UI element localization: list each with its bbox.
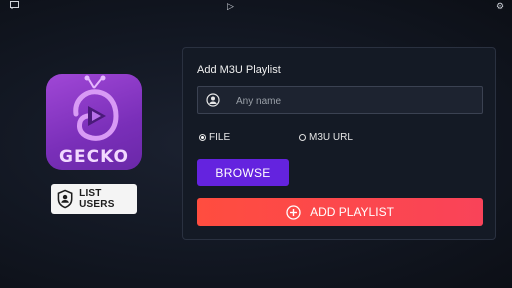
user-icon <box>206 93 220 107</box>
plus-circle-icon <box>286 204 301 220</box>
radio-m3u-url[interactable]: M3U URL <box>299 132 353 143</box>
add-playlist-button[interactable]: ADD PLAYLIST <box>197 198 483 226</box>
app-logo: GECKO <box>46 74 142 170</box>
playlist-name-field[interactable] <box>197 86 483 115</box>
radio-url-label: M3U URL <box>309 132 353 143</box>
radio-url-indicator[interactable] <box>299 134 306 141</box>
cast-icon <box>10 1 19 11</box>
user-shield-icon <box>57 189 73 209</box>
settings-icon[interactable]: ⚙ <box>496 1 504 11</box>
radio-file-indicator[interactable] <box>199 134 206 141</box>
list-users-label: LIST USERS <box>79 188 115 210</box>
browse-label: BROWSE <box>215 165 271 180</box>
radio-file-label: FILE <box>209 132 231 143</box>
add-playlist-label: ADD PLAYLIST <box>310 205 394 219</box>
radio-file[interactable]: FILE <box>199 132 230 143</box>
logo-text: GECKO <box>59 147 129 167</box>
play-icon: ▷ <box>227 1 234 11</box>
playlist-name-input[interactable] <box>234 87 478 115</box>
browse-button[interactable]: BROWSE <box>197 159 289 186</box>
status-bar: ▷ ⚙ <box>0 0 512 12</box>
add-playlist-panel: Add M3U Playlist FILE M3U URL BROWSE ADD… <box>182 47 496 240</box>
panel-title: Add M3U Playlist <box>197 64 281 76</box>
list-users-button[interactable]: LIST USERS <box>51 184 137 214</box>
